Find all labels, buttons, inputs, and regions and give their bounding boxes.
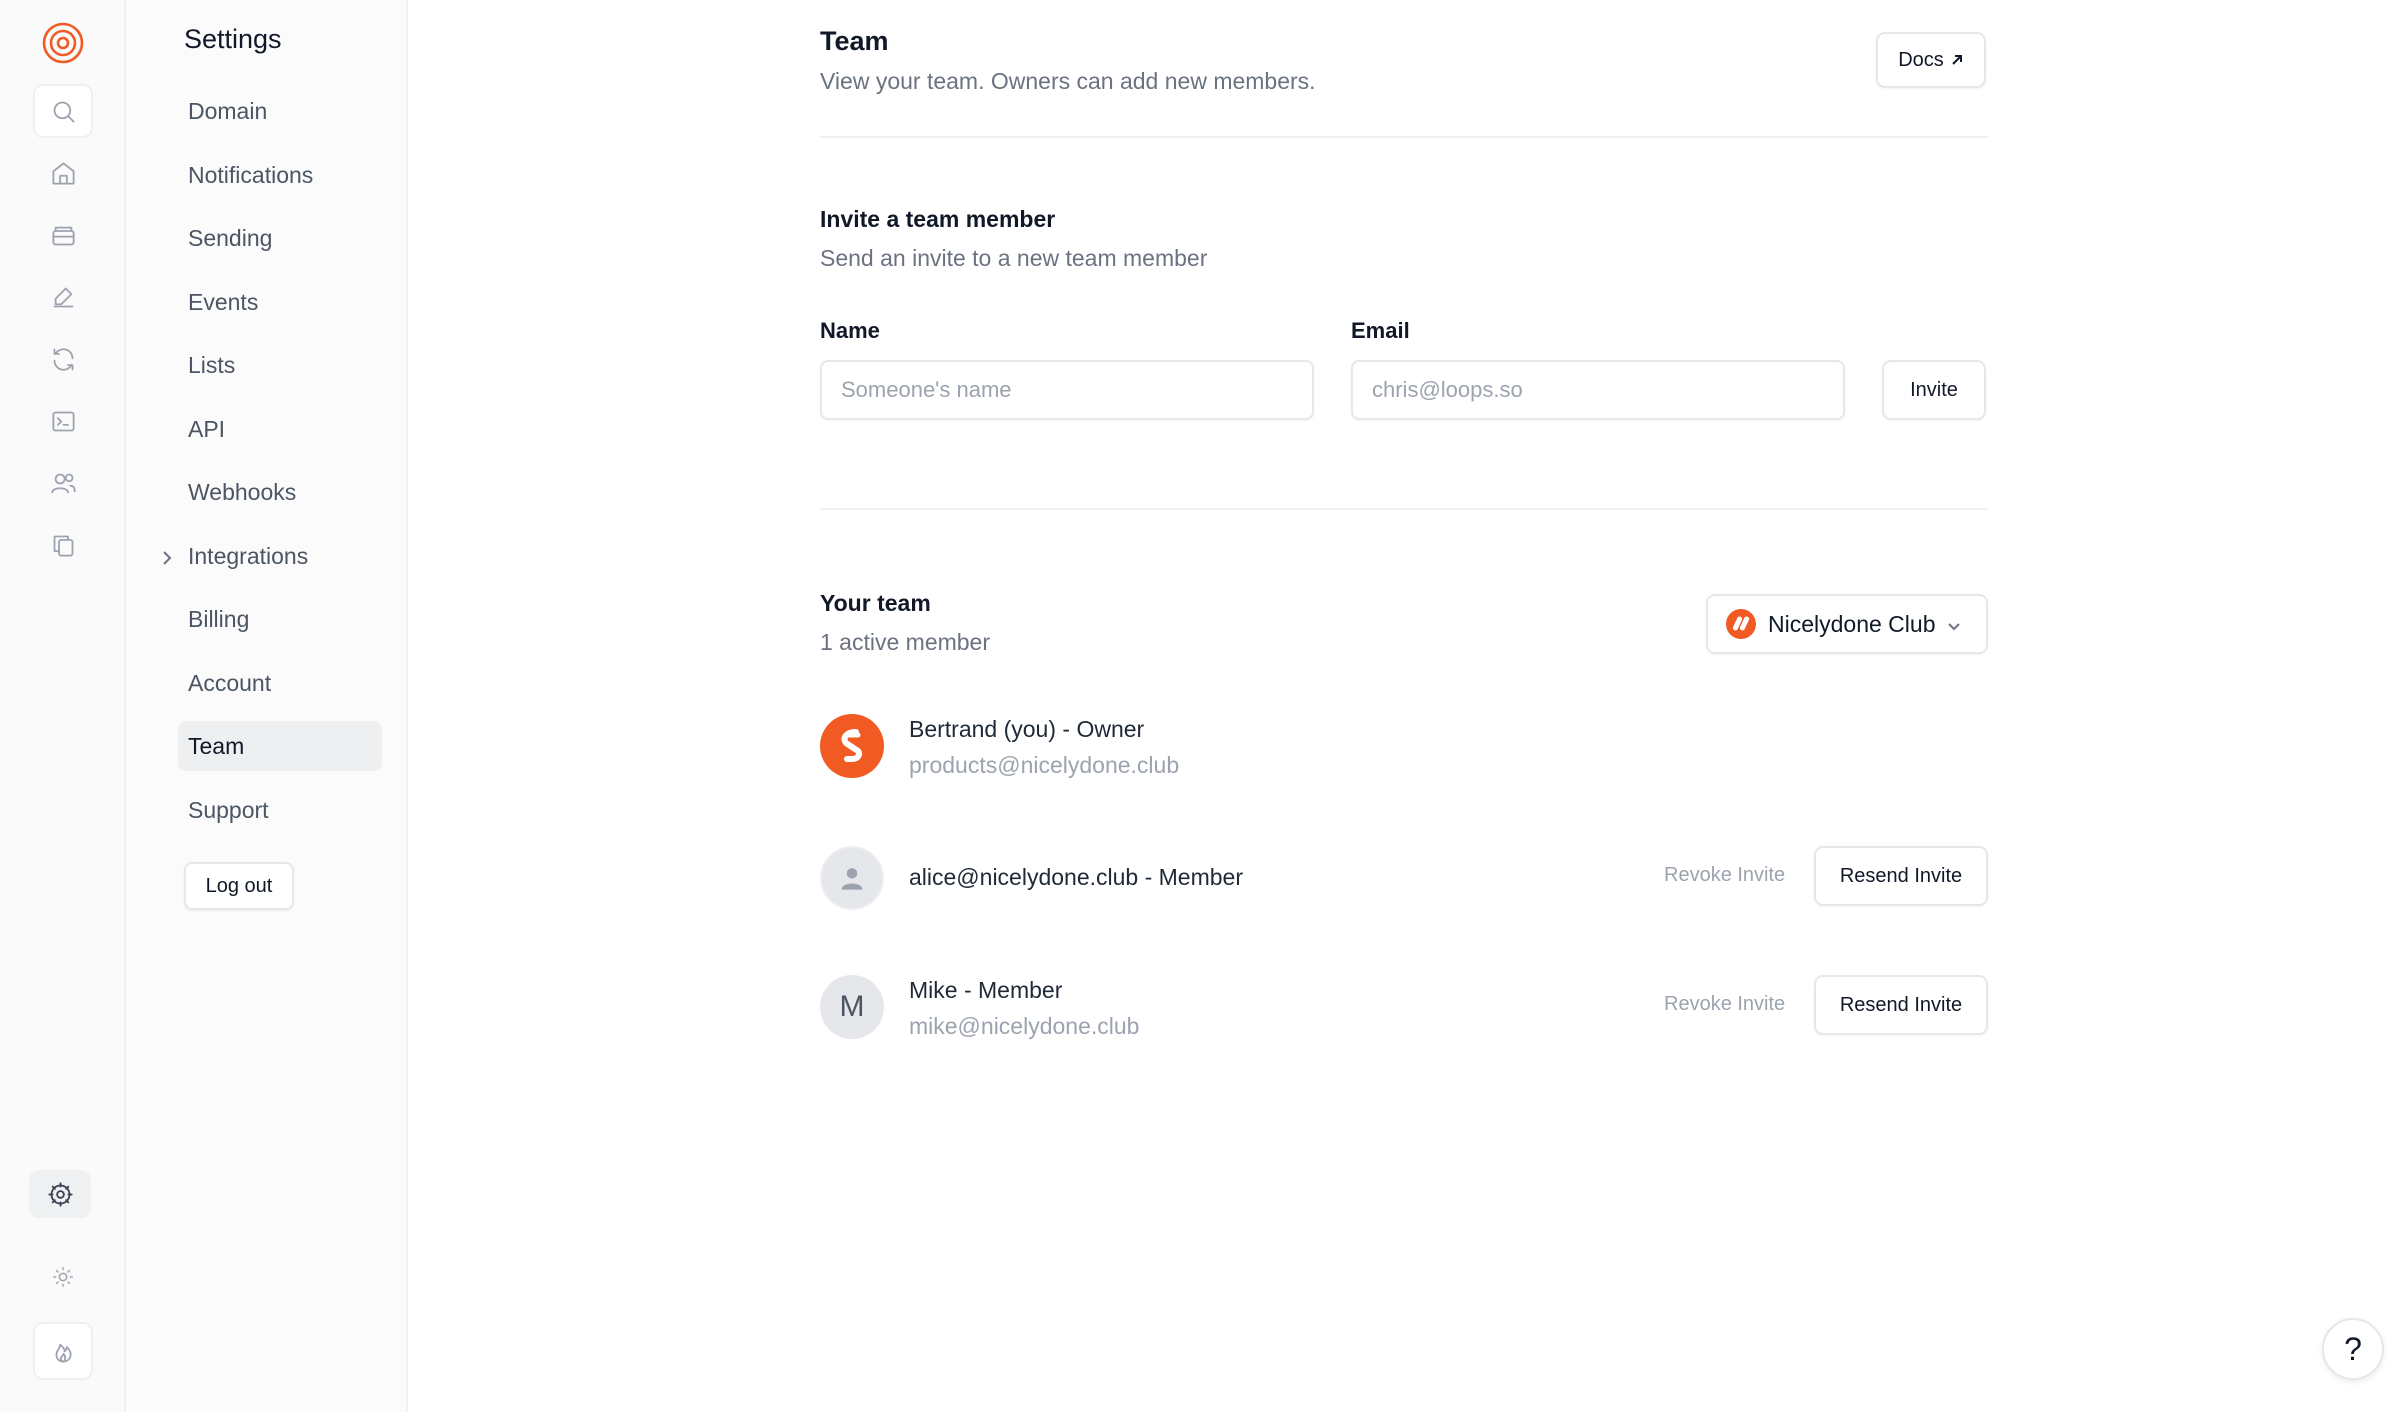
revoke-invite-link[interactable]: Revoke Invite bbox=[1664, 864, 1785, 887]
team-subtitle: 1 active member bbox=[820, 629, 991, 655]
avatar: M bbox=[820, 975, 884, 1039]
page-title: Team bbox=[820, 26, 889, 56]
brand-logo-icon bbox=[841, 729, 863, 762]
resend-invite-button[interactable]: Resend Invite bbox=[1814, 975, 1988, 1035]
avatar bbox=[820, 714, 884, 778]
organization-logo-icon bbox=[1726, 609, 1756, 639]
page-subtitle: View your team. Owners can add new membe… bbox=[820, 68, 1316, 94]
invite-subtitle: Send an invite to a new team member bbox=[820, 245, 1208, 271]
sidebar-item-billing[interactable]: Billing bbox=[178, 594, 382, 644]
logo-icon[interactable] bbox=[33, 16, 93, 70]
email-label: Email bbox=[1351, 318, 1410, 343]
invite-button[interactable]: Invite bbox=[1882, 360, 1986, 420]
terminal-icon[interactable] bbox=[33, 394, 93, 448]
name-input[interactable] bbox=[820, 360, 1314, 420]
docs-label: Docs bbox=[1898, 48, 1944, 71]
sidebar-item-domain[interactable]: Domain bbox=[178, 86, 382, 136]
sidebar-item-sending[interactable]: Sending bbox=[178, 213, 382, 263]
avatar bbox=[820, 846, 884, 910]
refresh-icon[interactable] bbox=[33, 332, 93, 386]
home-icon[interactable] bbox=[33, 146, 93, 200]
team-title: Your team bbox=[820, 590, 931, 616]
edit-icon[interactable] bbox=[33, 270, 93, 324]
chevron-down-icon bbox=[1947, 611, 1961, 638]
sidebar-item-notifications[interactable]: Notifications bbox=[178, 150, 382, 200]
sidebar-item-account[interactable]: Account bbox=[178, 658, 382, 708]
icon-rail bbox=[0, 0, 126, 1412]
sidebar-item-api[interactable]: API bbox=[178, 404, 382, 454]
sidebar-item-events[interactable]: Events bbox=[178, 277, 382, 327]
email-input[interactable] bbox=[1351, 360, 1845, 420]
resend-invite-button[interactable]: Resend Invite bbox=[1814, 846, 1988, 906]
revoke-invite-link[interactable]: Revoke Invite bbox=[1664, 993, 1785, 1016]
logout-button[interactable]: Log out bbox=[184, 862, 294, 910]
member-row: alice@nicelydone.club - Member Revoke In… bbox=[820, 846, 1988, 910]
member-name: Mike - Member bbox=[909, 977, 1063, 1003]
sidebar-item-team[interactable]: Team bbox=[178, 721, 382, 771]
help-button[interactable]: ? bbox=[2322, 1318, 2384, 1380]
inbox-icon[interactable] bbox=[33, 208, 93, 262]
chevron-right-icon[interactable] bbox=[160, 546, 174, 565]
name-label: Name bbox=[820, 318, 880, 343]
copy-icon[interactable] bbox=[33, 518, 93, 572]
member-email: mike@nicelydone.club bbox=[909, 1013, 1140, 1039]
member-name: Bertrand (you) - Owner bbox=[909, 716, 1145, 742]
organization-name: Nicelydone Club bbox=[1768, 610, 1936, 637]
member-row: M Mike - Member mike@nicelydone.club Rev… bbox=[820, 975, 1988, 1039]
settings-icon[interactable] bbox=[29, 1170, 91, 1218]
sidebar-item-support[interactable]: Support bbox=[178, 785, 382, 835]
sidebar-item-lists[interactable]: Lists bbox=[178, 340, 382, 390]
docs-button[interactable]: Docs bbox=[1876, 32, 1986, 88]
member-email: products@nicelydone.club bbox=[909, 752, 1180, 778]
search-icon[interactable] bbox=[33, 84, 93, 138]
sun-icon[interactable] bbox=[33, 1250, 93, 1304]
divider bbox=[820, 136, 1988, 138]
organization-select[interactable]: Nicelydone Club bbox=[1706, 594, 1988, 654]
sidebar-item-webhooks[interactable]: Webhooks bbox=[178, 467, 382, 517]
users-icon[interactable] bbox=[33, 456, 93, 510]
settings-sidebar: Settings Domain Notifications Sending Ev… bbox=[126, 0, 408, 1412]
divider bbox=[820, 508, 1988, 510]
sidebar-item-integrations[interactable]: Integrations bbox=[163, 531, 382, 581]
user-icon bbox=[841, 868, 863, 890]
sidebar-title: Settings bbox=[184, 24, 282, 54]
member-name: alice@nicelydone.club - Member bbox=[909, 864, 1243, 890]
fire-icon[interactable] bbox=[33, 1322, 93, 1380]
external-link-icon bbox=[1952, 55, 1962, 65]
invite-title: Invite a team member bbox=[820, 206, 1056, 232]
sidebar-item-label: Integrations bbox=[188, 542, 309, 569]
member-row: Bertrand (you) - Owner products@nicelydo… bbox=[820, 714, 1988, 778]
